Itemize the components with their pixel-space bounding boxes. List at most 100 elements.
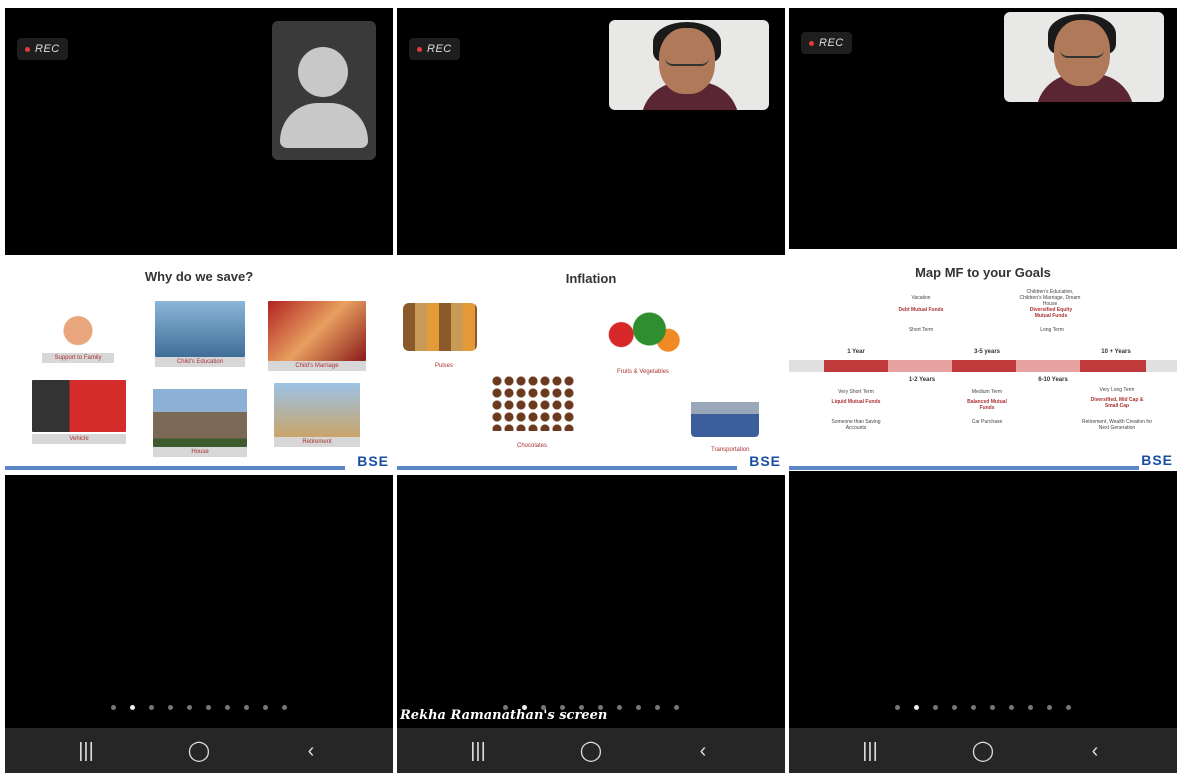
- rec-label: REC: [427, 43, 452, 55]
- phone-screen-1: REC Why do we save? Support to Family Ch…: [5, 8, 393, 773]
- fund-label: Debt Mutual Funds: [898, 307, 944, 313]
- page-dot[interactable]: [895, 705, 900, 710]
- page-indicator[interactable]: [789, 697, 1177, 715]
- slide-footer-bar: [5, 466, 345, 470]
- item-label: Transportation: [711, 447, 750, 453]
- slide-footer-bar: [397, 466, 737, 470]
- goal-label: Children's Education, Children's Marriag…: [1019, 289, 1081, 307]
- card-child-marriage: Child's Marriage: [268, 301, 366, 371]
- logo-text: BSE: [1141, 452, 1173, 468]
- fund-label: Diversified Equity Mutual Funds: [1029, 307, 1073, 319]
- card-label: House: [153, 447, 247, 457]
- slide-title: Map MF to your Goals: [915, 265, 1051, 280]
- recent-apps-button[interactable]: |||: [66, 736, 106, 766]
- home-button[interactable]: ◯: [571, 736, 611, 766]
- android-nav-bar: ||| ◯ ‹: [397, 728, 785, 773]
- term-label: Medium Term: [971, 389, 1003, 395]
- shared-slide: Inflation Pulses Fruits & Vegetables Cho…: [397, 255, 785, 475]
- recent-apps-button[interactable]: |||: [850, 736, 890, 766]
- fund-label: Balanced Mutual Funds: [967, 399, 1007, 411]
- back-button[interactable]: ‹: [683, 736, 723, 766]
- page-dot[interactable]: [111, 705, 116, 710]
- page-dot[interactable]: [971, 705, 976, 710]
- card-label: Child's Marriage: [268, 361, 366, 371]
- goal-label: Car Purchase: [971, 419, 1003, 425]
- page-dot[interactable]: [187, 705, 192, 710]
- page-dot[interactable]: [1066, 705, 1071, 710]
- page-dot[interactable]: [617, 705, 622, 710]
- chocolates-image: [491, 375, 575, 431]
- term-label: Very Long Term: [1099, 387, 1135, 393]
- timeline-segment: [1016, 360, 1080, 372]
- goal-label: Retirement, Wealth Creation for Next Gen…: [1081, 419, 1153, 431]
- page-dot[interactable]: [1009, 705, 1014, 710]
- fund-label: Liquid Mutual Funds: [831, 399, 881, 405]
- page-dot[interactable]: [655, 705, 660, 710]
- page-dot-active[interactable]: [914, 705, 919, 710]
- term-label: Very Short Term: [838, 389, 874, 395]
- avatar-body-icon: [280, 103, 368, 148]
- page-dot[interactable]: [636, 705, 641, 710]
- rec-indicator: REC: [801, 32, 852, 54]
- term-label: Long Term: [1040, 327, 1064, 333]
- fund-label: Diversified, Mid Cap & Small Cap: [1090, 397, 1144, 409]
- recent-apps-button[interactable]: |||: [458, 736, 498, 766]
- speaker-glasses: [1060, 46, 1104, 58]
- participant-avatar-tile[interactable]: [272, 21, 376, 160]
- card-house: House: [153, 389, 247, 457]
- back-button[interactable]: ‹: [291, 736, 331, 766]
- page-dot-active[interactable]: [130, 705, 135, 710]
- fruits-vegetables-image: [593, 301, 687, 357]
- wedding-image: [268, 301, 366, 361]
- pulses-image: [403, 303, 477, 351]
- card-label: Retirement: [274, 437, 360, 447]
- shared-slide: Why do we save? Support to Family Child'…: [5, 255, 393, 475]
- slide-footer-bar: [789, 466, 1139, 470]
- timeline-track: [789, 360, 1177, 372]
- card-retirement: Retirement: [274, 383, 360, 447]
- speaker-video-tile[interactable]: [609, 20, 769, 110]
- page-dot[interactable]: [990, 705, 995, 710]
- home-button[interactable]: ◯: [179, 736, 219, 766]
- rec-dot-icon: [417, 46, 422, 52]
- page-dot[interactable]: [1047, 705, 1052, 710]
- page-dot[interactable]: [674, 705, 679, 710]
- page-dot[interactable]: [933, 705, 938, 710]
- family-hands-image: [42, 297, 114, 353]
- page-dot[interactable]: [282, 705, 287, 710]
- card-child-education: Child's Education: [155, 301, 245, 367]
- page-dot[interactable]: [149, 705, 154, 710]
- rec-indicator: REC: [409, 38, 460, 60]
- back-button[interactable]: ‹: [1075, 736, 1115, 766]
- home-button[interactable]: ◯: [963, 736, 1003, 766]
- page-dot[interactable]: [952, 705, 957, 710]
- rec-indicator: REC: [17, 38, 68, 60]
- item-label: Chocolates: [517, 443, 548, 449]
- speaker-video-tile[interactable]: [1004, 12, 1164, 102]
- house-image: [153, 389, 247, 447]
- retirement-image: [274, 383, 360, 437]
- bse-logo: BSE: [749, 453, 781, 469]
- android-nav-bar: ||| ◯ ‹: [5, 728, 393, 773]
- page-dot[interactable]: [206, 705, 211, 710]
- page-dot[interactable]: [168, 705, 173, 710]
- page-dot[interactable]: [225, 705, 230, 710]
- page-dot[interactable]: [1028, 705, 1033, 710]
- page-dot[interactable]: [244, 705, 249, 710]
- speaker-glasses: [665, 54, 709, 66]
- page-indicator[interactable]: [5, 697, 393, 715]
- term-label: Short Term: [908, 327, 934, 333]
- horizon-label: 1 Year: [847, 349, 865, 355]
- horizon-label: 3-5 years: [973, 349, 1001, 355]
- bse-logo: BSE: [1141, 452, 1173, 468]
- card-vehicle: Vehicle: [32, 380, 126, 444]
- avatar-head-icon: [298, 47, 348, 97]
- rec-dot-icon: [809, 40, 814, 46]
- page-dot[interactable]: [263, 705, 268, 710]
- timeline-segment: [824, 360, 888, 372]
- android-nav-bar: ||| ◯ ‹: [789, 728, 1177, 773]
- shared-slide: Map MF to your Goals Vacation Debt Mutua…: [789, 249, 1177, 471]
- card-label: Child's Education: [155, 357, 245, 367]
- item-label: Pulses: [435, 363, 454, 369]
- slide-title: Why do we save?: [144, 269, 254, 284]
